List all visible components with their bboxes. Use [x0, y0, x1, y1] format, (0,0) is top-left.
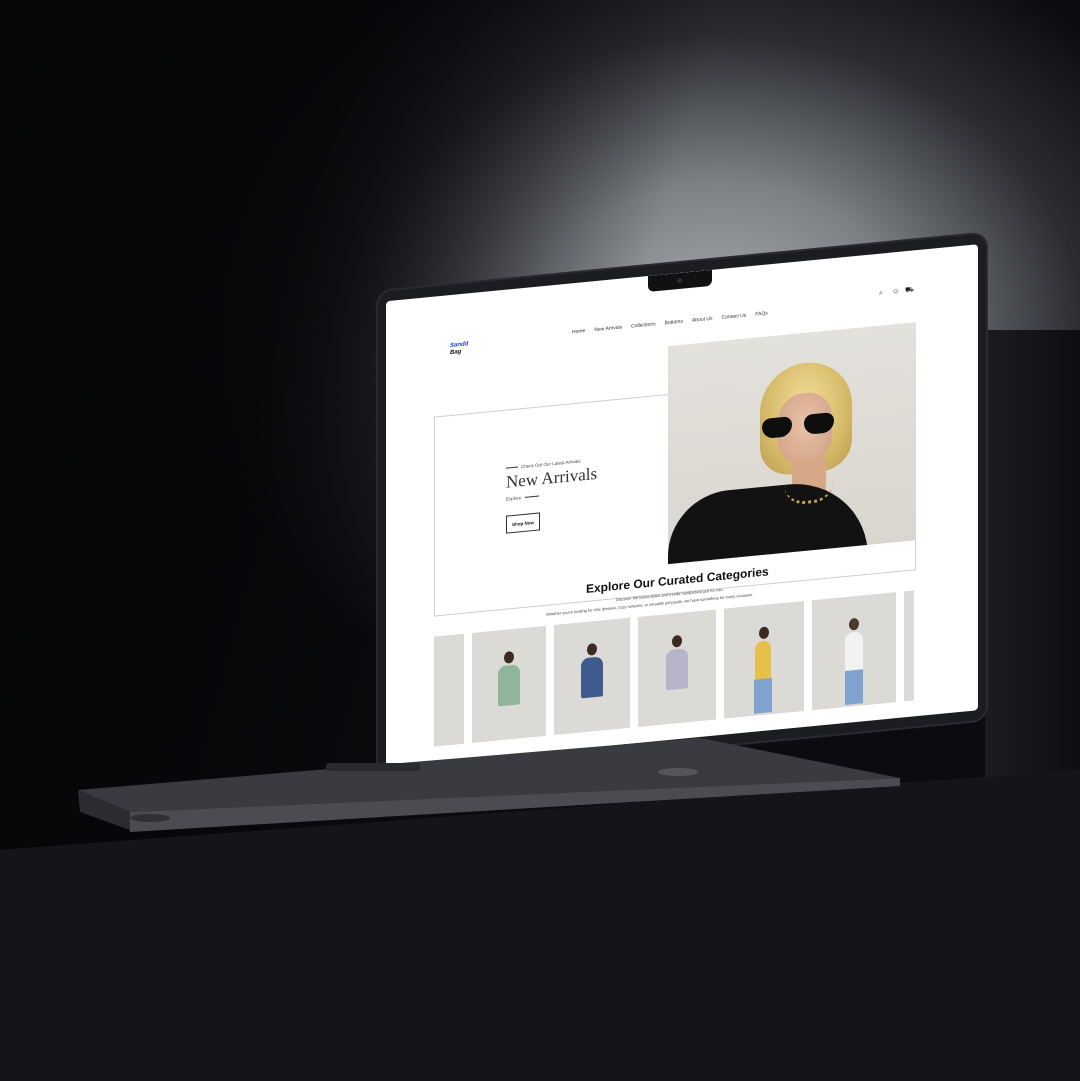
trackpad-notch [326, 763, 420, 771]
laptop-base [78, 738, 900, 832]
laptop-foot [130, 814, 170, 822]
laptop-foot [658, 768, 698, 776]
